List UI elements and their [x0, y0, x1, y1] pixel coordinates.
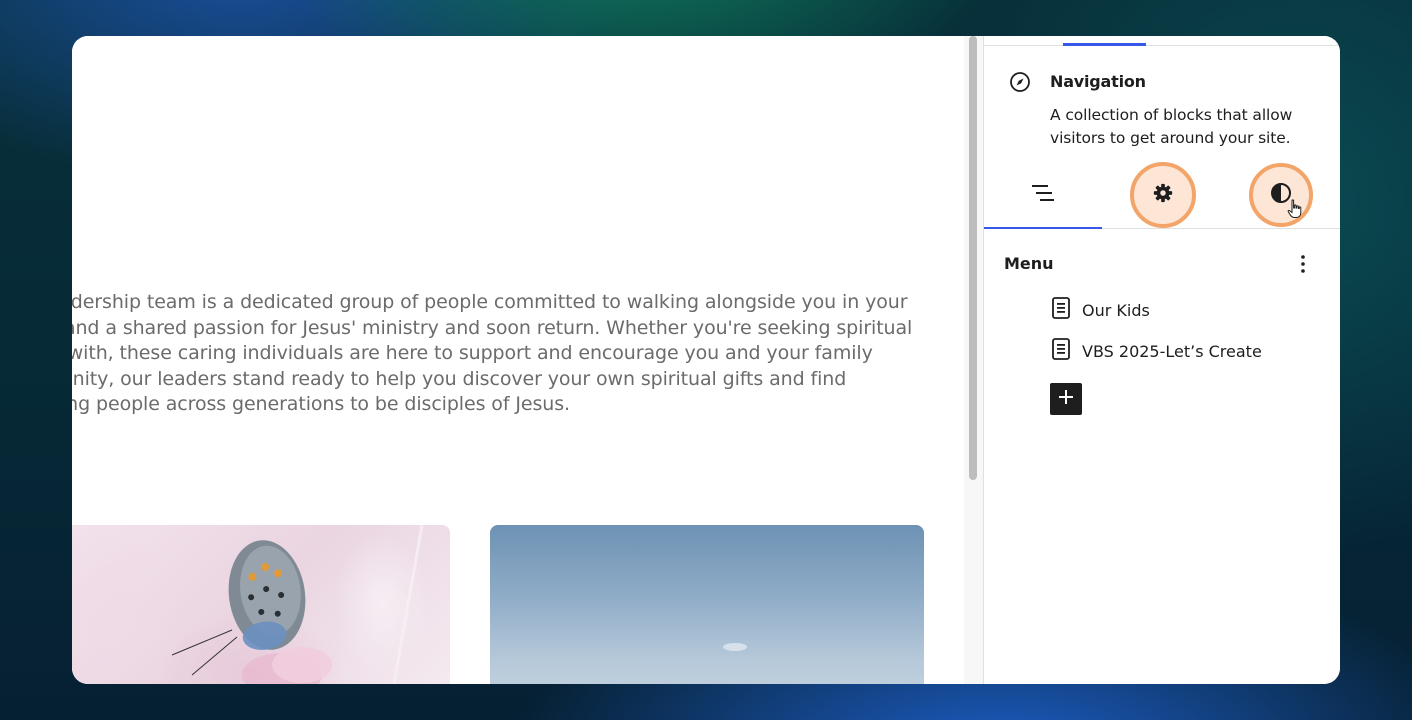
- tab-settings[interactable]: [1104, 162, 1222, 228]
- butterfly-image[interactable]: [72, 525, 450, 684]
- scrollbar-thumb[interactable]: [969, 36, 977, 480]
- gear-icon: [1152, 182, 1174, 209]
- add-menu-item-button[interactable]: [1050, 383, 1082, 415]
- block-description: A collection of blocks that allow visito…: [1050, 106, 1293, 147]
- highlight-ring: [1130, 162, 1196, 228]
- canvas-scrollbar[interactable]: [964, 36, 985, 684]
- tab-active-underline: [984, 227, 1102, 229]
- page-icon: [1050, 337, 1072, 366]
- menu-item-label: VBS 2025-Let’s Create: [1082, 341, 1262, 361]
- page-icon: [1050, 296, 1072, 325]
- menu-header: Menu: [1004, 254, 1054, 273]
- paragraph-line: ideas, and a shared passion for Jesus' m…: [72, 316, 913, 339]
- hand-cursor-icon: [1287, 199, 1303, 224]
- leadership-paragraph[interactable]: Our leadership team is a dedicated group…: [72, 290, 962, 418]
- active-tab-indicator: [1063, 43, 1146, 46]
- butterfly-illustration: [171, 525, 424, 684]
- tab-styles[interactable]: [1222, 162, 1340, 228]
- block-settings-sidebar: Navigation A collection of blocks that a…: [983, 36, 1340, 684]
- menu-item-vbs-2025[interactable]: VBS 2025-Let’s Create: [1050, 336, 1262, 366]
- sidebar-tab-divider: [984, 45, 1340, 46]
- compass-icon: [1008, 70, 1032, 94]
- menu-item-label: Our Kids: [1082, 300, 1150, 320]
- paragraph-line: to talk with, these caring individuals a…: [72, 342, 873, 364]
- more-options-icon[interactable]: [1293, 252, 1313, 276]
- tab-list-view[interactable]: [984, 162, 1102, 229]
- editor-canvas[interactable]: Our leadership team is a dedicated group…: [72, 36, 964, 684]
- paragraph-line: engaging people across generations to be…: [72, 393, 570, 415]
- highlight-ring: [1249, 163, 1313, 227]
- sidebar-tabs: [984, 162, 1340, 229]
- menu-item-our-kids[interactable]: Our Kids: [1050, 295, 1150, 325]
- sky-illustration: [723, 643, 747, 651]
- editor-window: Our leadership team is a dedicated group…: [72, 36, 1340, 684]
- paragraph-line: Our leadership team is a dedicated group…: [72, 291, 908, 313]
- list-view-icon: [1030, 183, 1056, 208]
- paragraph-line: community, our leaders stand ready to he…: [72, 367, 847, 390]
- block-title: Navigation: [1050, 72, 1146, 91]
- plus-icon: [1057, 388, 1075, 411]
- sky-image[interactable]: [490, 525, 924, 684]
